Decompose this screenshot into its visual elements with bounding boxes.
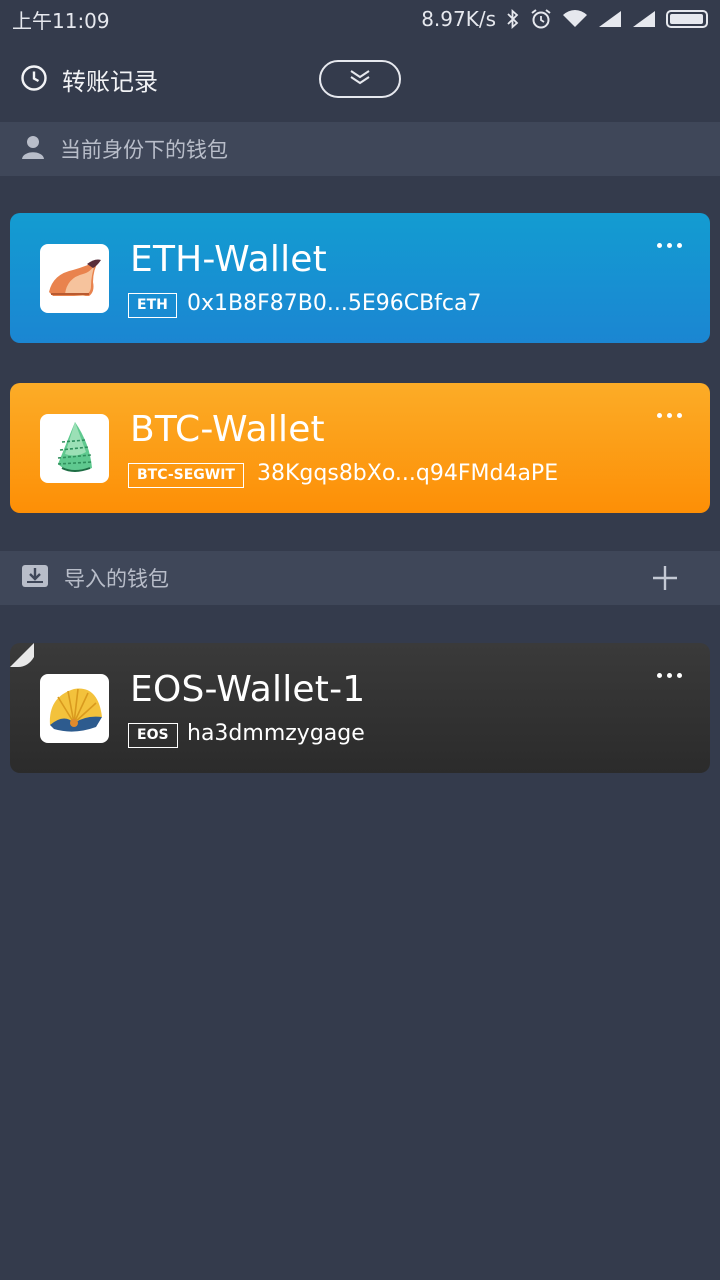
corner-fold-icon bbox=[10, 643, 34, 667]
wallet-chain-tag: EOS bbox=[128, 723, 178, 748]
dot bbox=[657, 243, 662, 248]
signal-icon bbox=[598, 10, 622, 28]
signal-icon bbox=[632, 10, 656, 28]
section-imported-label: 导入的钱包 bbox=[64, 567, 169, 591]
dot bbox=[657, 673, 662, 678]
wallet-card-eos[interactable]: EOS-Wallet-1 EOS ha3dmmzygage bbox=[10, 643, 710, 773]
wallet-chain-tag: ETH bbox=[128, 293, 177, 318]
dot bbox=[677, 413, 682, 418]
status-time: 上午11:09 bbox=[12, 8, 110, 33]
cone-shell-logo-icon bbox=[40, 414, 109, 483]
fan-shell-logo-icon bbox=[40, 674, 109, 743]
transfer-history-label: 转账记录 bbox=[62, 68, 158, 96]
status-icons: 8.97K/s bbox=[421, 7, 708, 31]
wallet-name: EOS-Wallet-1 bbox=[130, 669, 366, 710]
section-identity-label: 当前身份下的钱包 bbox=[60, 138, 228, 162]
header: 转账记录 bbox=[0, 44, 720, 116]
wallet-address: 0x1B8F87B0...5E96CBfca7 bbox=[187, 291, 482, 316]
dot bbox=[667, 243, 672, 248]
alarm-icon bbox=[530, 8, 552, 30]
wallet-name: BTC-Wallet bbox=[130, 409, 325, 450]
bluetooth-icon bbox=[506, 9, 520, 29]
dot bbox=[677, 243, 682, 248]
collapse-button[interactable] bbox=[319, 60, 401, 98]
section-identity-wallets: 当前身份下的钱包 bbox=[0, 122, 720, 176]
wallet-chain-tag: BTC-SEGWIT bbox=[128, 463, 244, 488]
dot bbox=[667, 673, 672, 678]
double-chevron-down-icon bbox=[348, 69, 372, 89]
more-options-button[interactable] bbox=[657, 673, 682, 678]
dot bbox=[667, 413, 672, 418]
person-icon bbox=[22, 135, 44, 163]
status-bar: 上午11:09 8.97K/s bbox=[0, 0, 720, 38]
wifi-icon bbox=[562, 9, 588, 29]
download-icon bbox=[22, 565, 48, 591]
shell-logo-icon bbox=[40, 244, 109, 313]
wallet-address: 38Kgqs8bXo...q94FMd4aPE bbox=[257, 461, 559, 486]
battery-icon bbox=[666, 10, 708, 28]
more-options-button[interactable] bbox=[657, 413, 682, 418]
transfer-history-button[interactable]: 转账记录 bbox=[20, 62, 158, 97]
wallet-card-eth[interactable]: ETH-Wallet ETH 0x1B8F87B0...5E96CBfca7 bbox=[10, 213, 710, 343]
dot bbox=[677, 673, 682, 678]
plus-icon[interactable] bbox=[652, 565, 678, 595]
network-speed: 8.97K/s bbox=[421, 7, 496, 31]
dot bbox=[657, 413, 662, 418]
wallet-name: ETH-Wallet bbox=[130, 239, 327, 280]
wallet-card-btc[interactable]: BTC-Wallet BTC-SEGWIT 38Kgqs8bXo...q94FM… bbox=[10, 383, 710, 513]
wallet-address: ha3dmmzygage bbox=[187, 721, 365, 746]
section-imported-wallets: 导入的钱包 bbox=[0, 551, 720, 605]
more-options-button[interactable] bbox=[657, 243, 682, 248]
clock-icon bbox=[20, 64, 48, 96]
